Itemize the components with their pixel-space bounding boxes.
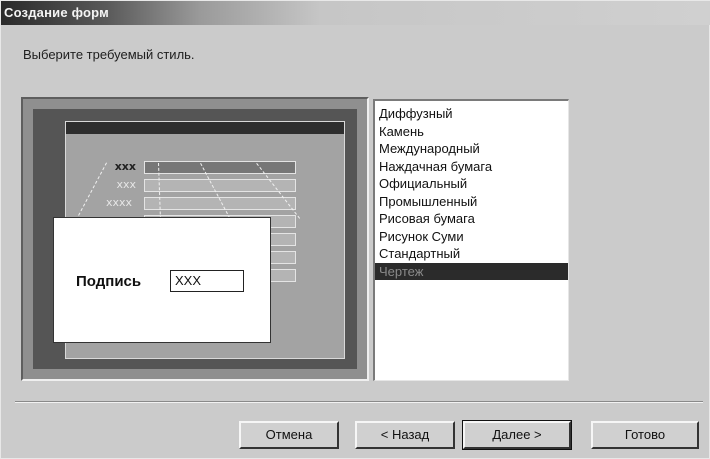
cancel-button[interactable]: Отмена xyxy=(239,421,339,449)
style-list-item[interactable]: Диффузный xyxy=(375,105,568,123)
preview-field-label: xxx xyxy=(116,178,136,191)
callout-value-box: XXX xyxy=(170,270,244,292)
style-list-item[interactable]: Официальный xyxy=(375,175,568,193)
style-listbox[interactable]: Диффузный Камень Международный Наждачная… xyxy=(373,99,569,381)
preview-label-callout: Подпись XXX xyxy=(53,217,271,343)
style-list-item[interactable]: Международный xyxy=(375,140,568,158)
style-list-item[interactable]: Рисунок Суми xyxy=(375,228,568,246)
style-list-item[interactable]: Стандартный xyxy=(375,245,568,263)
style-list-item-selected[interactable]: Чертеж xyxy=(375,262,568,280)
preview-background: xxx xxx xxxx Подпись XXX xyxy=(33,109,357,369)
title-bar[interactable]: Создание форм xyxy=(1,1,710,25)
form-wizard-dialog: Создание форм Выберите требуемый стиль. … xyxy=(0,0,710,459)
separator-line xyxy=(15,401,703,403)
style-list-item[interactable]: Рисовая бумага xyxy=(375,210,568,228)
style-list-item[interactable]: Промышленный xyxy=(375,193,568,211)
next-button[interactable]: Далее > xyxy=(462,420,572,450)
style-list-item[interactable]: Камень xyxy=(375,123,568,141)
preview-field-row: xxx xyxy=(66,178,344,192)
instruction-text: Выберите требуемый стиль. xyxy=(23,47,195,62)
preview-field-label: xxxx xyxy=(105,196,132,209)
preview-field-row: xxxx xyxy=(66,196,344,210)
style-list-item[interactable]: Наждачная бумага xyxy=(375,158,568,176)
preview-field-box xyxy=(144,161,296,174)
callout-label: Подпись xyxy=(76,273,142,290)
preview-form-titlebar xyxy=(66,122,344,134)
window-title: Создание форм xyxy=(4,5,109,20)
finish-button[interactable]: Готово xyxy=(591,421,699,449)
style-preview: xxx xxx xxxx Подпись XXX xyxy=(21,97,369,381)
back-button[interactable]: < Назад xyxy=(355,421,455,449)
